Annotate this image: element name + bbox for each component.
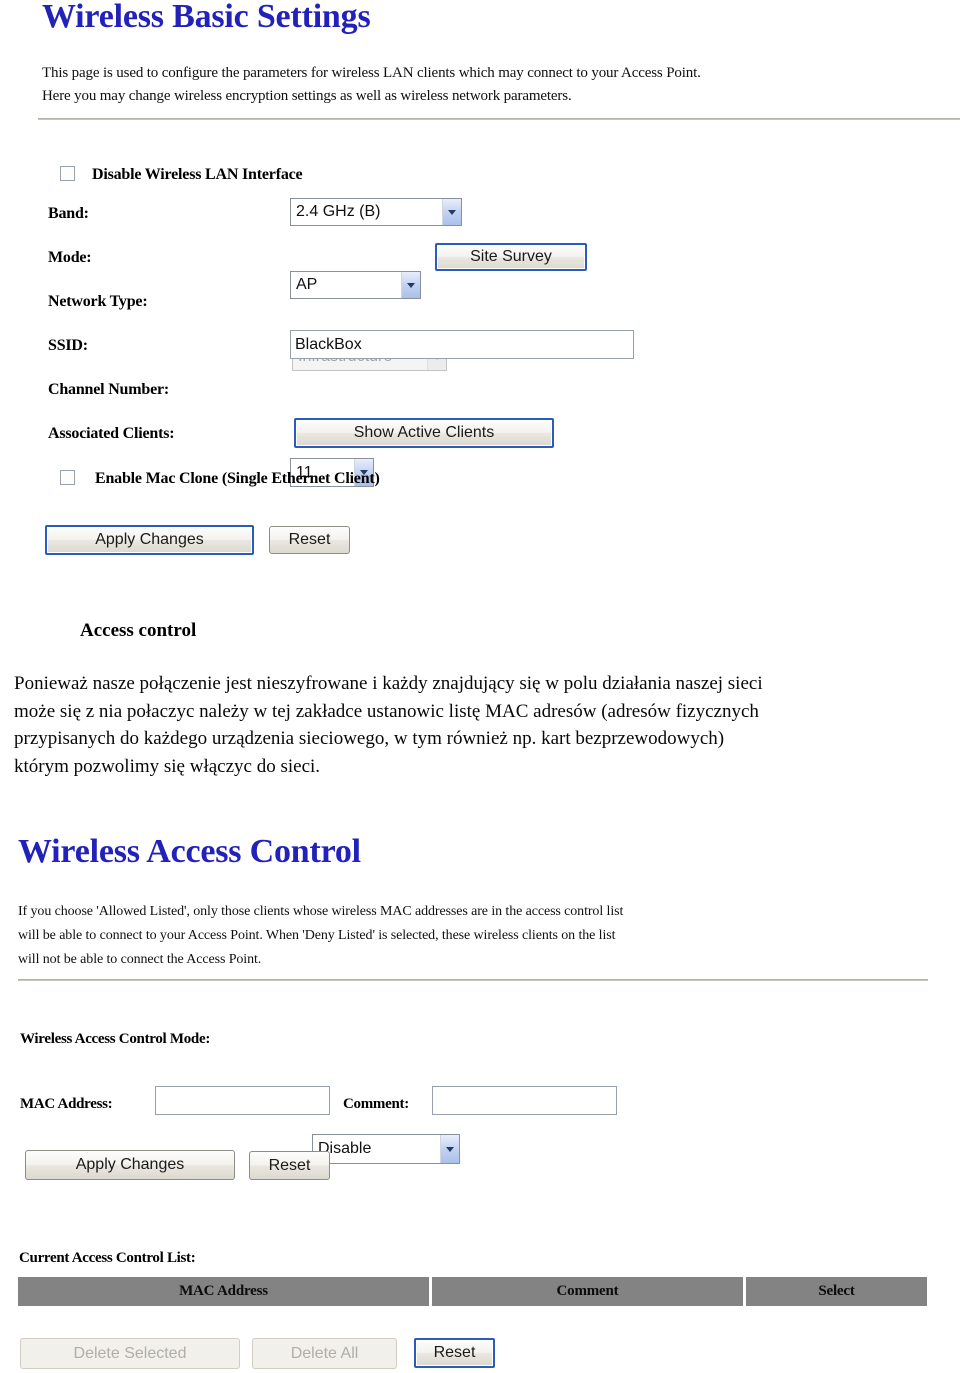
article-paragraph: Ponieważ nasze połączenie jest nieszyfro… — [14, 670, 956, 780]
mac-address-input[interactable] — [155, 1086, 330, 1115]
site-survey-button[interactable]: Site Survey — [435, 243, 587, 271]
chevron-down-icon[interactable] — [401, 272, 420, 298]
reset-button-access-control[interactable]: Reset — [249, 1151, 330, 1180]
access-control-description-line1: If you choose 'Allowed Listed', only tho… — [18, 904, 624, 919]
ssid-label: SSID: — [48, 337, 88, 354]
current-access-control-list-heading: Current Access Control List: — [19, 1250, 196, 1266]
delete-selected-button[interactable]: Delete Selected — [20, 1338, 240, 1369]
access-control-description-line3: will not be able to connect the Access P… — [18, 952, 262, 967]
show-active-clients-button[interactable]: Show Active Clients — [294, 418, 554, 448]
band-select[interactable]: 2.4 GHz (B) — [290, 198, 462, 226]
enable-mac-clone-checkbox[interactable] — [60, 470, 75, 485]
access-control-description-line2: will be able to connect to your Access P… — [18, 928, 616, 943]
apply-changes-button-basic[interactable]: Apply Changes — [45, 525, 254, 555]
band-label: Band: — [48, 205, 89, 222]
delete-all-button[interactable]: Delete All — [252, 1338, 397, 1369]
chevron-down-icon[interactable] — [442, 199, 461, 225]
reset-button-basic[interactable]: Reset — [269, 526, 350, 554]
comment-label: Comment: — [343, 1096, 409, 1112]
channel-number-label: Channel Number: — [48, 381, 170, 398]
article-line-1: Ponieważ nasze połączenie jest nieszyfro… — [14, 673, 763, 694]
mode-select-value: AP — [296, 276, 318, 293]
enable-mac-clone-label: Enable Mac Clone (Single Ethernet Client… — [95, 470, 380, 487]
divider-access-control — [18, 979, 928, 981]
associated-clients-label: Associated Clients: — [48, 425, 175, 442]
article-line-4: którym pozwolimy się włączyc do sieci. — [14, 755, 321, 777]
reset-button-list[interactable]: Reset — [414, 1338, 495, 1368]
article-heading: Access control — [80, 620, 197, 641]
apply-changes-button-access-control[interactable]: Apply Changes — [25, 1150, 235, 1180]
mode-label: Mode: — [48, 249, 92, 266]
access-control-table-header: MAC Address Comment Select — [18, 1277, 927, 1306]
basic-settings-description-line1: This page is used to configure the param… — [42, 65, 701, 81]
basic-settings-description-line2: Here you may change wireless encryption … — [42, 88, 572, 104]
mac-address-label: MAC Address: — [20, 1096, 113, 1112]
basic-settings-description: This page is used to configure the param… — [42, 62, 947, 108]
access-control-description: If you choose 'Allowed Listed', only tho… — [18, 900, 933, 972]
article-line-3: przypisanych do każdego urządzenia sieci… — [14, 728, 725, 749]
page-title-access-control: Wireless Access Control — [18, 833, 361, 870]
disable-wireless-lan-label: Disable Wireless LAN Interface — [92, 166, 303, 183]
mode-select[interactable]: AP — [290, 271, 421, 299]
comment-input[interactable] — [432, 1086, 617, 1115]
access-control-mode-value: Disable — [318, 1140, 372, 1157]
chevron-down-icon[interactable] — [440, 1135, 459, 1163]
network-type-label: Network Type: — [48, 293, 148, 310]
access-control-table-body — [18, 1306, 927, 1307]
band-select-value: 2.4 GHz (B) — [296, 203, 381, 220]
access-control-mode-select[interactable]: Disable — [312, 1134, 460, 1164]
ssid-input[interactable]: BlackBox — [290, 330, 634, 359]
disable-wireless-lan-checkbox[interactable] — [60, 166, 75, 181]
page-title-basic-settings: Wireless Basic Settings — [42, 0, 371, 35]
access-control-mode-label: Wireless Access Control Mode: — [20, 1031, 211, 1047]
divider-basic-settings — [38, 118, 960, 120]
table-column-comment: Comment — [429, 1277, 743, 1306]
article-line-2: może się z nia połaczyc należy w tej zak… — [14, 700, 759, 722]
table-column-mac-address: MAC Address — [179, 1283, 268, 1299]
table-column-select: Select — [743, 1277, 927, 1306]
